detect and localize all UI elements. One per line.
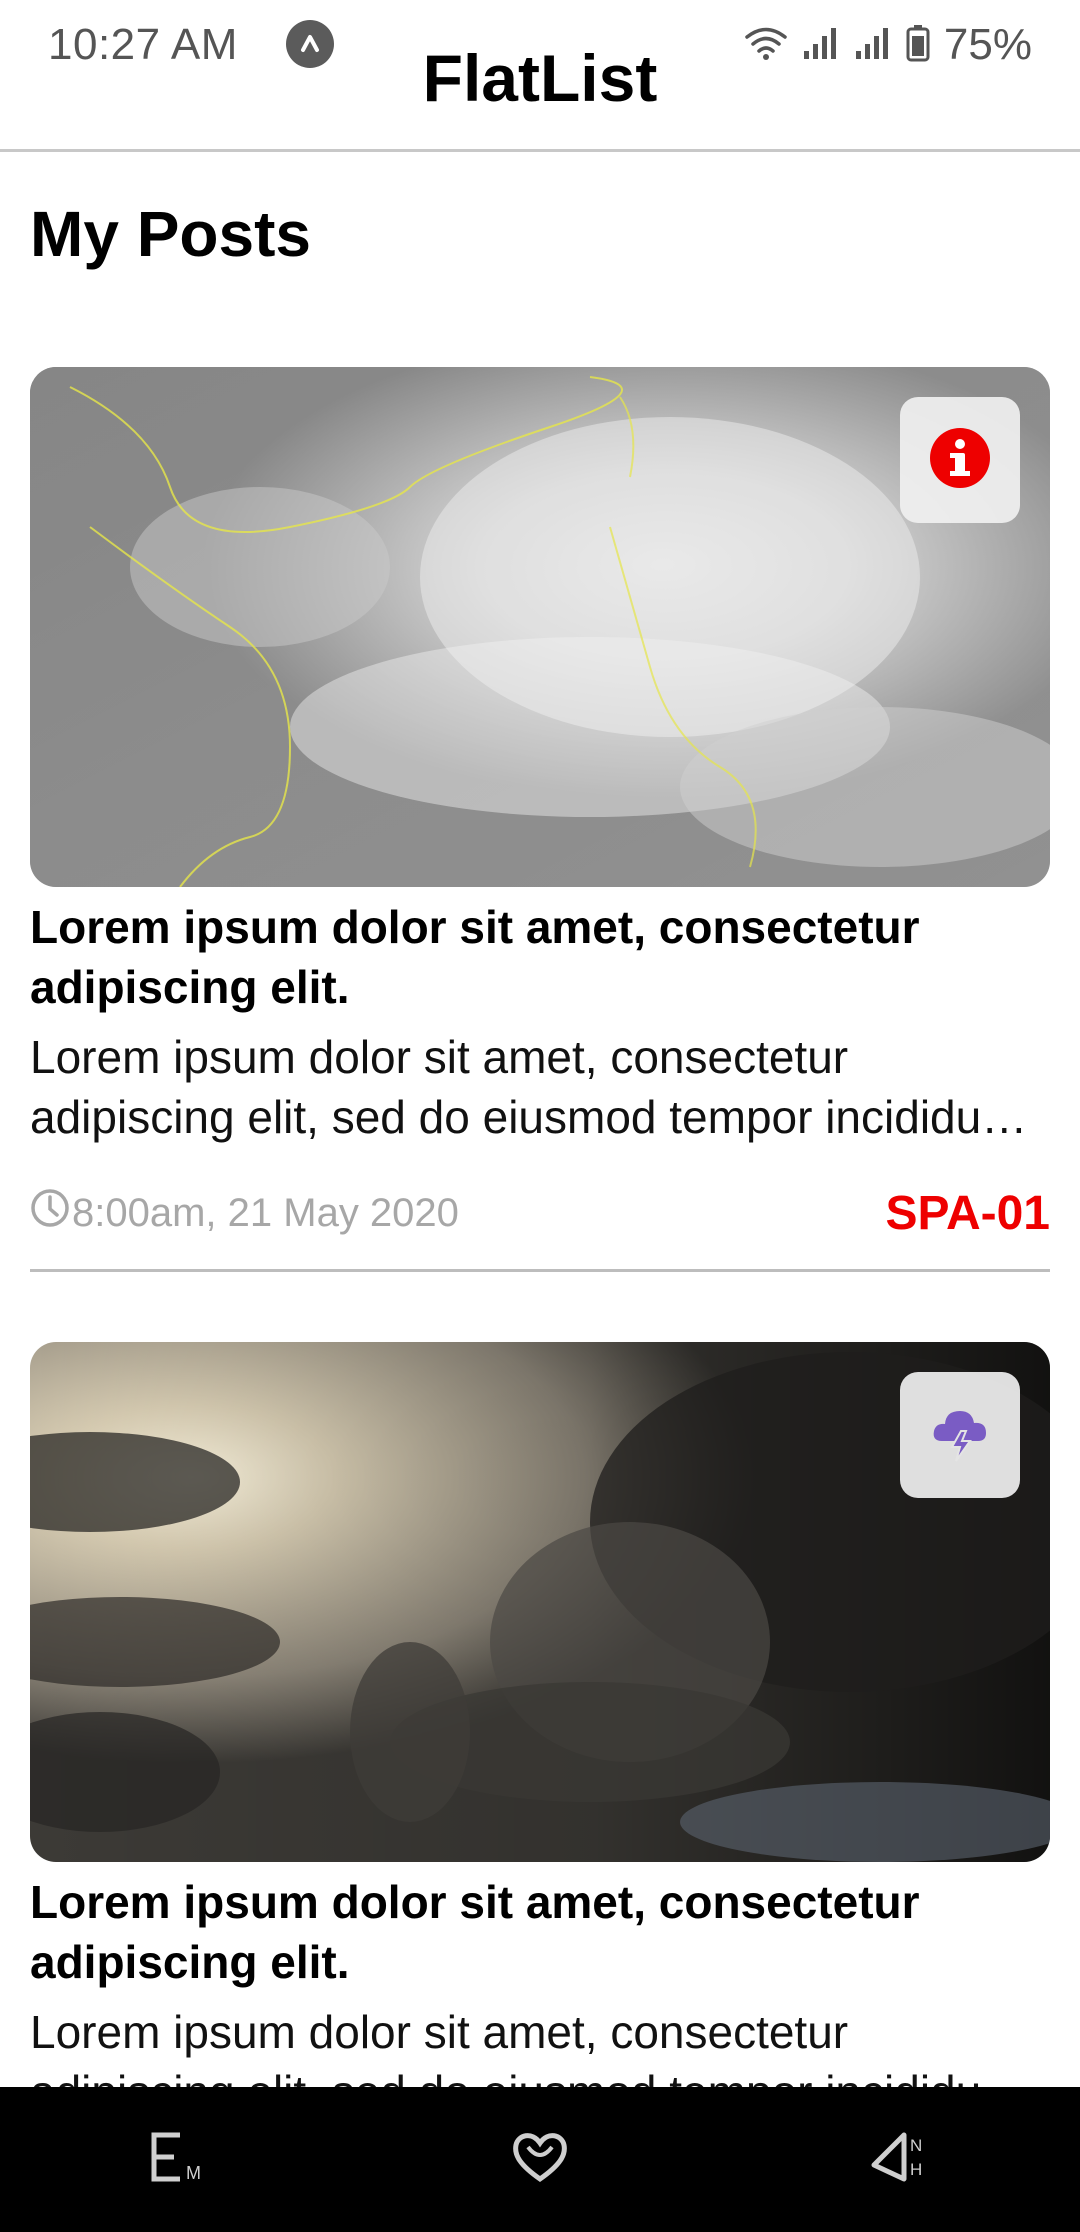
post-body: Lorem ipsum dolor sit amet, consectetur … xyxy=(30,2006,1020,2087)
post-title: Lorem ipsum dolor sit amet, consectetur … xyxy=(30,901,920,1013)
info-badge-button[interactable] xyxy=(900,397,1020,523)
post-card[interactable]: Lorem ipsum dolor sit amet, consectetur … xyxy=(30,1342,1050,2087)
post-body: Lorem ipsum dolor sit amet, consectetur … xyxy=(30,1031,1020,1143)
nh-navigation-icon: N H xyxy=(868,2129,932,2190)
page-title: FlatList xyxy=(422,41,658,115)
thunderstorm-icon xyxy=(928,1401,992,1470)
em-icon: M xyxy=(148,2129,212,2190)
svg-text:N: N xyxy=(910,2136,922,2155)
bottom-navigation-bar: M N H xyxy=(0,2087,1080,2232)
app-header: 10:27 AM 75% FlatList xyxy=(0,0,1080,152)
post-list[interactable]: My Posts Lorem ipsum dolor sit amet, con… xyxy=(0,152,1080,2087)
heart-icon xyxy=(510,2129,570,2190)
weather-badge-button[interactable] xyxy=(900,1372,1020,1498)
post-card[interactable]: Lorem ipsum dolor sit amet, consectetur … xyxy=(30,367,1050,1272)
nh-navigation-button[interactable]: N H xyxy=(840,2110,960,2210)
post-code: SPA-01 xyxy=(885,1186,1050,1240)
em-button[interactable]: M xyxy=(120,2110,240,2210)
svg-text:M: M xyxy=(186,2163,201,2183)
section-title: My Posts xyxy=(30,198,311,270)
post-meta: 8:00am, 21 May 2020 SPA-01 xyxy=(30,1185,1050,1241)
clock-icon xyxy=(30,1188,70,1238)
storm-clouds-image xyxy=(30,1342,1050,1862)
divider xyxy=(30,1269,1050,1272)
timestamp-text: 8:00am, 21 May 2020 xyxy=(72,1190,459,1235)
info-icon xyxy=(929,427,991,494)
svg-text:H: H xyxy=(910,2160,922,2179)
heart-button[interactable] xyxy=(480,2110,600,2210)
post-timestamp: 8:00am, 21 May 2020 xyxy=(30,1188,459,1238)
satellite-typhoon-image xyxy=(30,367,1050,887)
post-title: Lorem ipsum dolor sit amet, consectetur … xyxy=(30,1876,920,1988)
